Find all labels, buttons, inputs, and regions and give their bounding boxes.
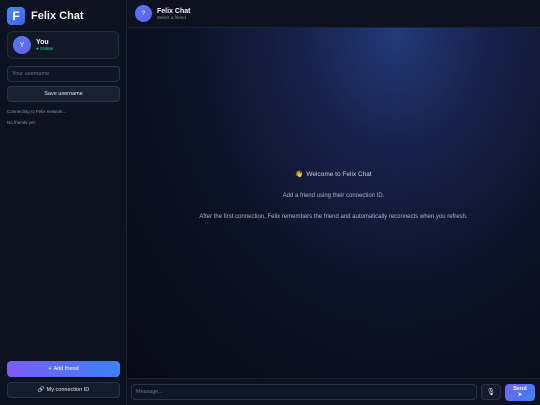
message-input[interactable] <box>131 384 477 400</box>
brand-name: Felix Chat <box>31 10 84 22</box>
friends-empty-text: No friends yet. <box>7 120 37 125</box>
profile-name: You <box>36 39 49 46</box>
online-status: ● Online <box>36 46 53 51</box>
microphone-button[interactable]: 🎙 <box>481 384 501 400</box>
add-friend-label: Add friend <box>53 366 79 372</box>
chat-body: 👋 Welcome to Felix Chat Add a friend usi… <box>127 28 540 378</box>
brand: F Felix Chat <box>7 7 119 25</box>
welcome-title: Welcome to Felix Chat <box>306 170 372 178</box>
sidebar-actions: + Add friend 🔗 My connection ID <box>7 361 120 398</box>
chat-panel: ? Felix Chat Select a friend 👋 Welcome t… <box>127 0 540 405</box>
connection-id-button[interactable]: 🔗 My connection ID <box>7 382 120 398</box>
profile-meta: You ● Online <box>36 39 53 51</box>
add-friend-button[interactable]: + Add friend <box>7 361 120 377</box>
welcome-title-row: 👋 Welcome to Felix Chat <box>295 170 372 179</box>
microphone-icon: 🎙 <box>486 389 496 396</box>
message-composer: 🎙 Send ➤ <box>127 378 540 405</box>
chat-header-meta: Felix Chat Select a friend <box>157 8 190 20</box>
send-icon: ➤ <box>517 392 523 398</box>
welcome-hint-reconnect: After the first connection, Felix rememb… <box>199 214 468 220</box>
welcome-hint-add: Add a friend using their connection ID. <box>282 193 385 199</box>
connection-id-label: My connection ID <box>46 387 90 393</box>
chat-title: Felix Chat <box>157 7 191 15</box>
connection-status: Connecting to Felix network... <box>7 109 67 114</box>
link-icon: 🔗 <box>37 387 45 393</box>
profile-card: Y You ● Online <box>7 31 119 59</box>
brand-logo: F <box>7 7 25 25</box>
avatar: Y <box>13 36 31 54</box>
sidebar: F Felix Chat Y You ● Online Save usernam… <box>0 0 127 405</box>
send-button[interactable]: Send ➤ <box>505 383 535 401</box>
chat-subtitle: Select a friend <box>157 14 186 20</box>
chat-avatar: ? <box>135 5 152 22</box>
username-input[interactable] <box>7 66 120 82</box>
wave-icon: 👋 <box>295 171 304 178</box>
save-username-button[interactable]: Save username <box>7 86 120 102</box>
chat-header: ? Felix Chat Select a friend <box>127 0 540 28</box>
app-root: F Felix Chat Y You ● Online Save usernam… <box>0 0 540 405</box>
plus-icon: + <box>48 366 52 372</box>
